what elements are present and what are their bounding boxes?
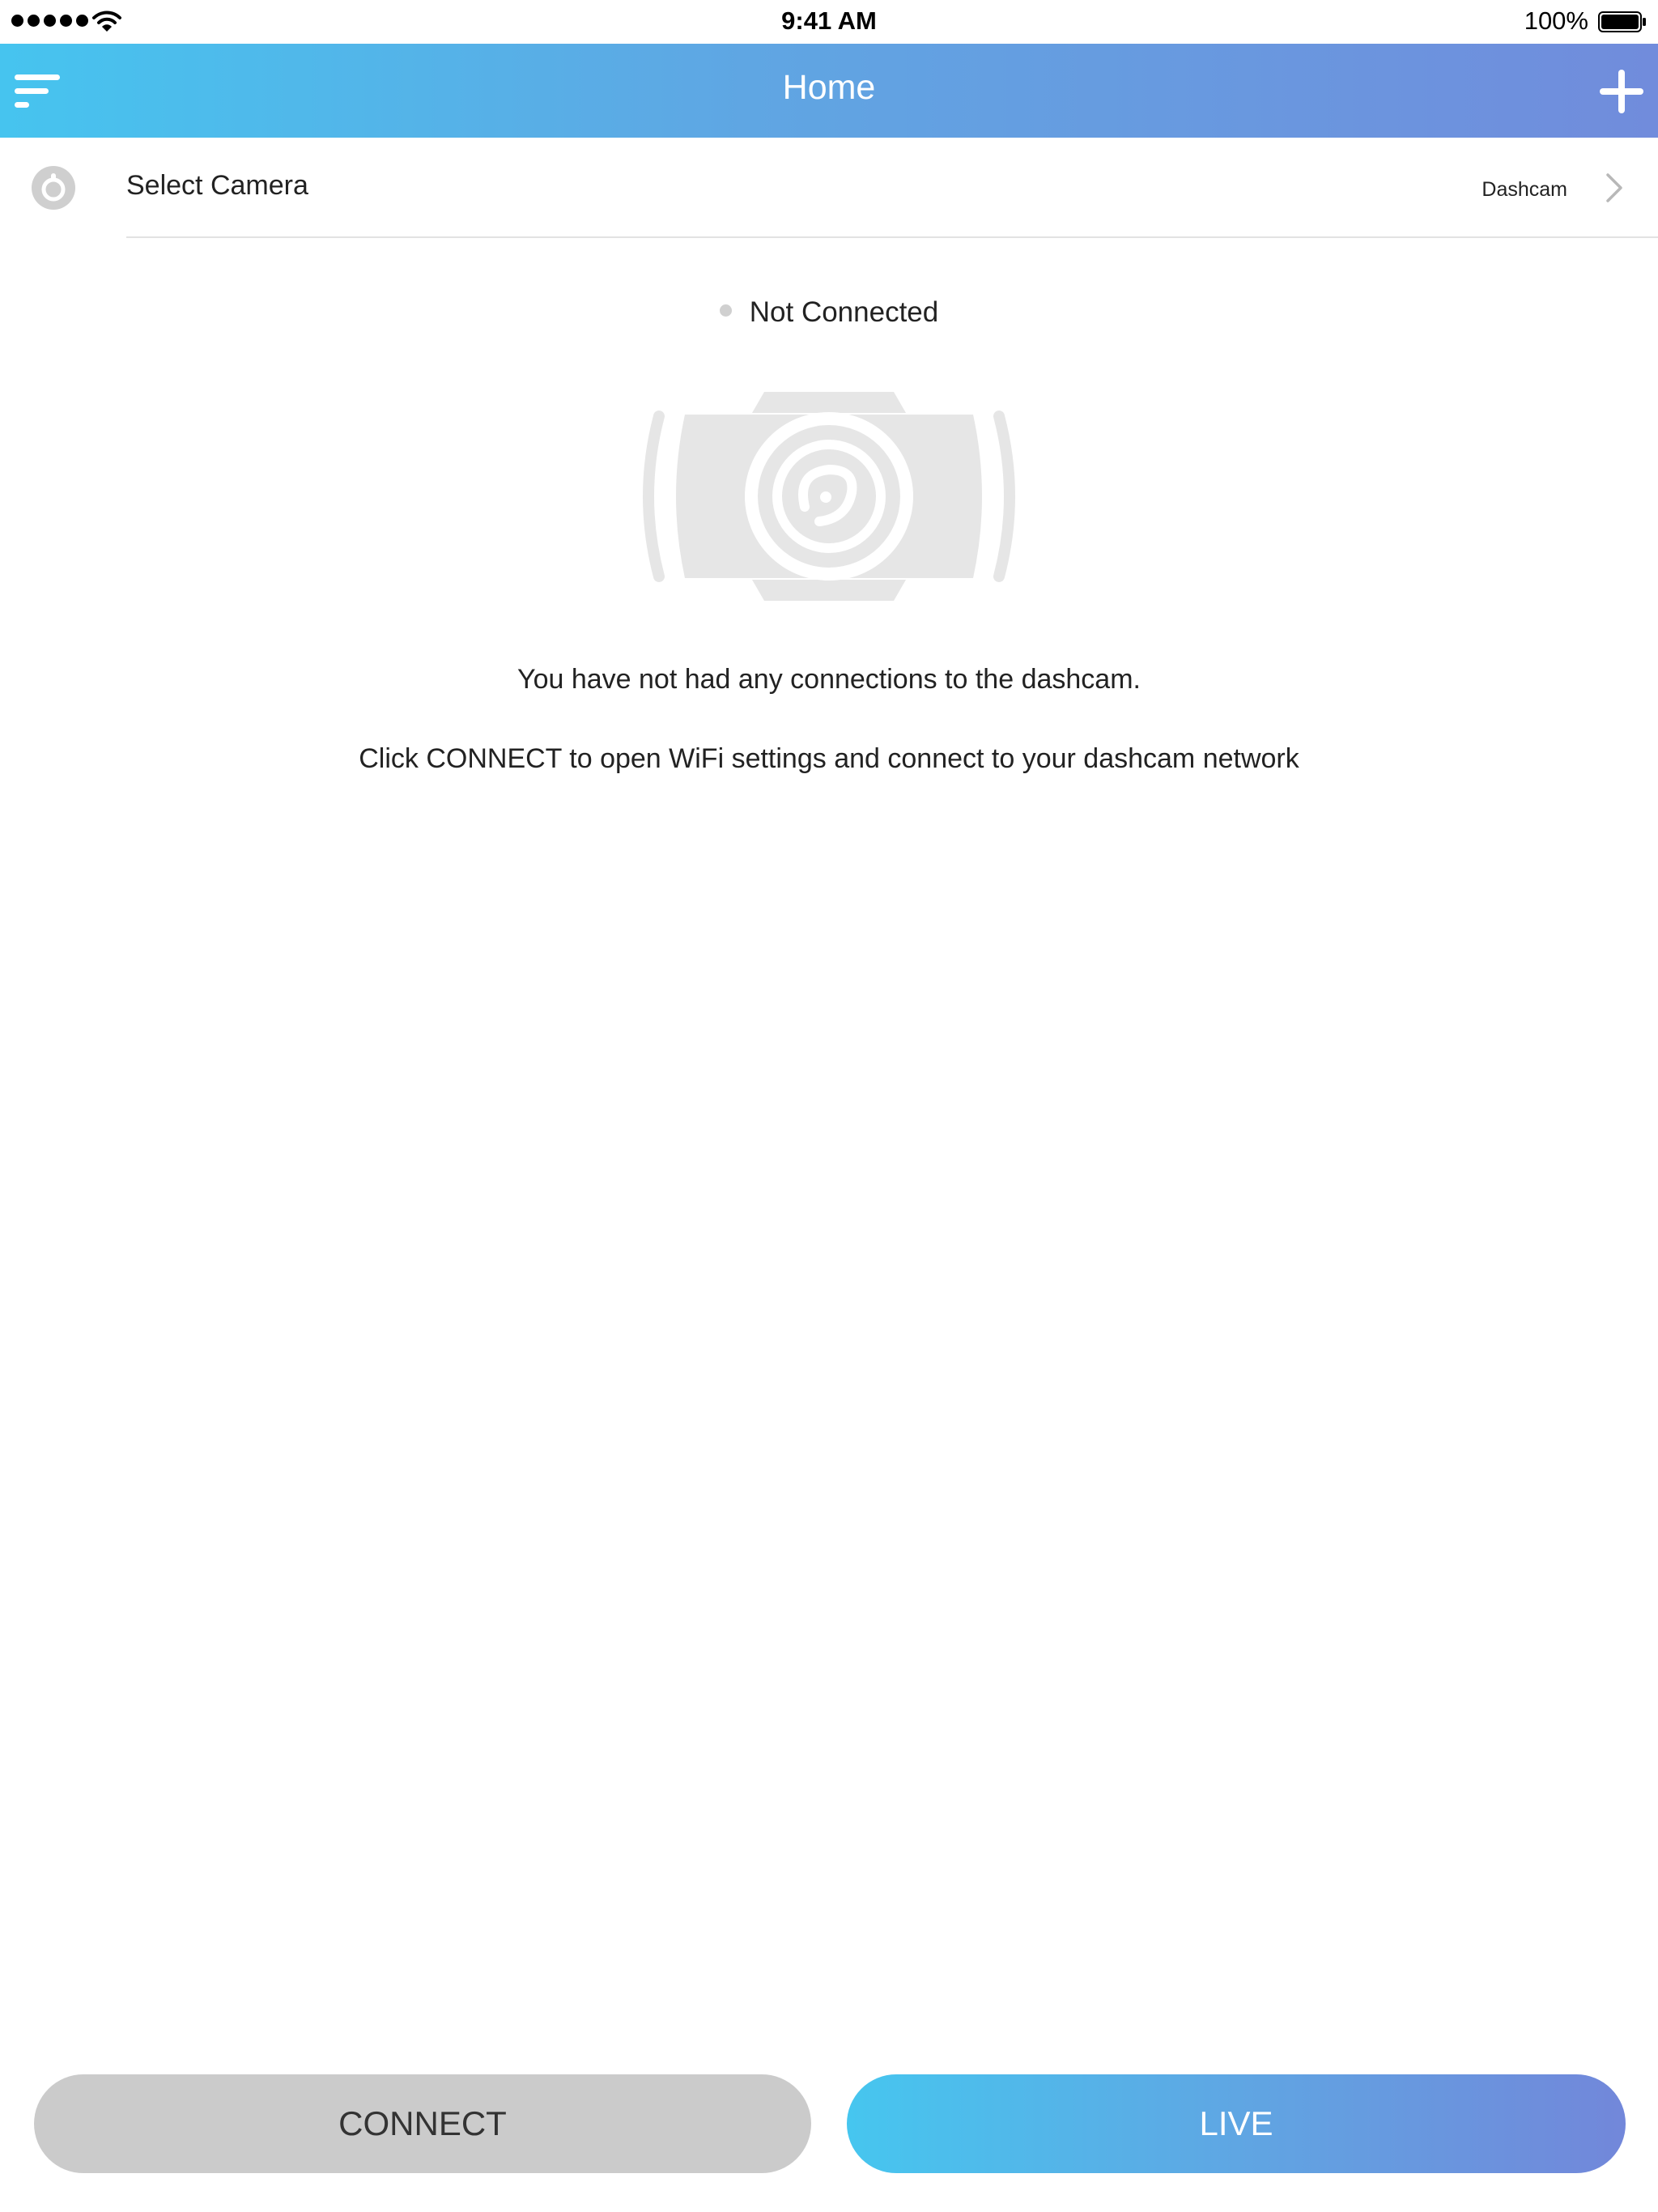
add-icon[interactable]: [1598, 68, 1645, 115]
battery-percentage: 100%: [1524, 6, 1588, 35]
connection-status-text: Not Connected: [749, 296, 939, 328]
battery-icon: [1598, 11, 1646, 32]
camera-lens-icon: [32, 166, 75, 210]
selected-camera-value: Dashcam: [1482, 178, 1567, 201]
dashcam-illustration-icon: [643, 392, 1015, 601]
navigation-bar: Home: [0, 44, 1658, 138]
connect-button[interactable]: CONNECT: [34, 2074, 811, 2173]
status-bar: 9:41 AM 100%: [0, 0, 1658, 44]
live-button[interactable]: LIVE: [847, 2074, 1626, 2173]
select-camera-label: Select Camera: [126, 170, 308, 201]
row-divider: [126, 236, 1658, 238]
no-connections-message: You have not had any connections to the …: [517, 664, 1141, 695]
page-title: Home: [782, 68, 876, 107]
connection-status: Not Connected: [0, 296, 1658, 329]
chevron-right-icon: [1606, 173, 1622, 202]
home-screen: 9:41 AM 100% Home Select Camera Dashcam: [0, 0, 1658, 2212]
connect-instructions-message: Click CONNECT to open WiFi settings and …: [359, 743, 1299, 774]
status-dot-icon: [719, 304, 732, 317]
status-time: 9:41 AM: [781, 6, 877, 35]
select-camera-row[interactable]: Select Camera Dashcam: [0, 138, 1658, 236]
